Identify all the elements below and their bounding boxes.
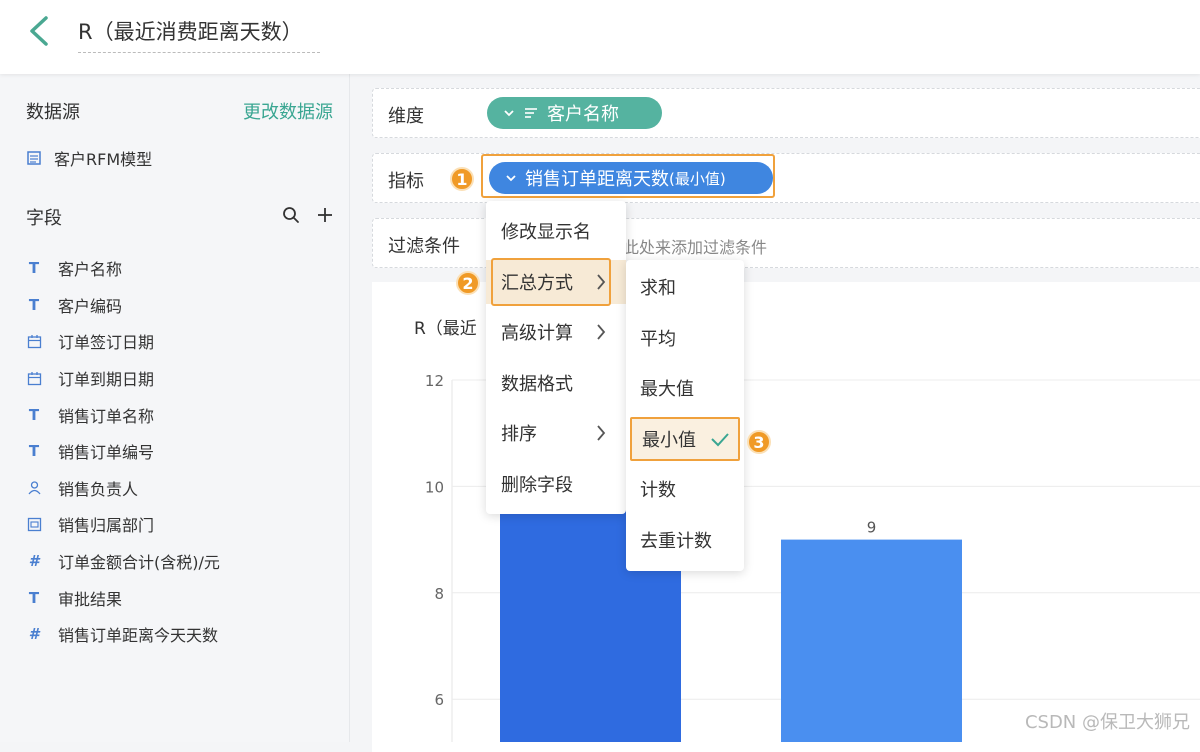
sidebar: 数据源 更改数据源 客户RFM模型 字段 T 客户名称 T 客户编码订单签订日期订单到… bbox=[0, 74, 350, 742]
submenu-item[interactable]: 去重计数 bbox=[626, 518, 744, 562]
menu-item-label: 数据格式 bbox=[501, 370, 573, 396]
top-bar: R（最近消费距离天数） bbox=[0, 0, 1200, 74]
menu-item[interactable]: 修改显示名 bbox=[486, 209, 626, 253]
dimension-pill[interactable]: 客户名称 bbox=[487, 97, 662, 129]
metric-highlight-box bbox=[481, 154, 775, 198]
chevron-right-icon bbox=[596, 323, 606, 341]
field-label: 客户名称 bbox=[58, 256, 122, 280]
check-icon bbox=[710, 431, 730, 447]
y-tick-label: 8 bbox=[434, 585, 444, 603]
bar-data-label: 9 bbox=[867, 519, 877, 537]
menu-item[interactable]: 删除字段 bbox=[486, 462, 626, 506]
y-tick-label: 10 bbox=[425, 478, 444, 496]
calendar-icon bbox=[26, 333, 42, 349]
main-panel: 维度 客户名称 指标 销售订单距离天数(最小值) 1 过滤条件 此处来添加过滤条… bbox=[350, 74, 1200, 742]
submenu-item-label: 最大值 bbox=[640, 375, 694, 401]
submenu-item-label: 计数 bbox=[640, 476, 676, 502]
dimension-value: 客户名称 bbox=[547, 100, 619, 126]
field-label: 销售订单编号 bbox=[58, 439, 154, 463]
datasource-name: 客户RFM模型 bbox=[54, 146, 152, 170]
user-icon bbox=[26, 480, 42, 496]
text-type-icon: T bbox=[26, 297, 42, 313]
step-badge-1: 1 bbox=[450, 167, 474, 191]
dimension-label: 维度 bbox=[388, 102, 424, 128]
chevron-down-icon bbox=[503, 108, 515, 118]
submenu-item[interactable]: 计数 bbox=[626, 467, 744, 511]
submenu-item-label: 去重计数 bbox=[640, 527, 712, 553]
filter-label: 过滤条件 bbox=[388, 232, 460, 258]
field-item[interactable]: 订单签订日期 bbox=[26, 323, 220, 360]
submenu-item-label: 最小值 bbox=[642, 426, 696, 452]
datasource-item[interactable]: 客户RFM模型 bbox=[26, 146, 152, 170]
text-type-icon: T bbox=[26, 260, 42, 276]
field-label: 销售负责人 bbox=[58, 476, 138, 500]
field-item[interactable]: 销售负责人 bbox=[26, 470, 220, 507]
field-list: T 客户名称 T 客户编码订单签订日期订单到期日期 T 销售订单名称 T 销售订单编号销售负责… bbox=[26, 250, 220, 653]
menu-item-label: 修改显示名 bbox=[501, 218, 591, 244]
number-type-icon: # bbox=[26, 553, 42, 569]
field-label: 订单到期日期 bbox=[58, 366, 154, 390]
step-badge-3: 3 bbox=[747, 430, 771, 454]
field-item[interactable]: # 订单金额合计(含税)/元 bbox=[26, 543, 220, 580]
field-label: 销售订单距离今天天数 bbox=[58, 622, 218, 646]
menu-item[interactable]: 排序 bbox=[486, 411, 626, 455]
text-type-icon: T bbox=[26, 407, 42, 423]
page-title[interactable]: R（最近消费距离天数） bbox=[78, 16, 320, 53]
department-icon bbox=[26, 516, 42, 532]
search-icon[interactable] bbox=[282, 206, 300, 224]
submenu-item[interactable]: 求和 bbox=[626, 265, 744, 309]
field-item[interactable]: # 销售订单距离今天天数 bbox=[26, 616, 220, 653]
field-label: 客户编码 bbox=[58, 293, 122, 317]
calendar-icon bbox=[26, 370, 42, 386]
submenu-item-label: 平均 bbox=[640, 325, 676, 351]
chevron-right-icon bbox=[596, 424, 606, 442]
field-item[interactable]: T 销售订单编号 bbox=[26, 433, 220, 470]
text-type-icon: T bbox=[26, 443, 42, 459]
y-tick-label: 6 bbox=[434, 691, 444, 709]
aggregate-highlight-box bbox=[491, 258, 611, 306]
field-item[interactable]: T 客户编码 bbox=[26, 287, 220, 324]
y-tick-label: 12 bbox=[425, 372, 444, 390]
datasource-title: 数据源 bbox=[26, 98, 80, 124]
field-label: 订单金额合计(含税)/元 bbox=[58, 549, 220, 573]
fields-title: 字段 bbox=[26, 204, 62, 230]
aggregate-submenu: 求和平均最大值最小值计数去重计数 bbox=[626, 260, 744, 571]
table-icon bbox=[26, 150, 42, 166]
field-item[interactable]: T 客户名称 bbox=[26, 250, 220, 287]
field-item[interactable]: T 销售订单名称 bbox=[26, 396, 220, 433]
field-item[interactable]: T 审批结果 bbox=[26, 579, 220, 616]
list-icon bbox=[523, 106, 539, 120]
watermark: CSDN @保卫大狮兄 bbox=[1025, 708, 1190, 734]
change-datasource-link[interactable]: 更改数据源 bbox=[243, 98, 333, 124]
number-type-icon: # bbox=[26, 626, 42, 642]
menu-item-label: 排序 bbox=[501, 420, 537, 446]
submenu-item[interactable]: 平均 bbox=[626, 316, 744, 360]
metric-label: 指标 bbox=[388, 167, 424, 193]
menu-item[interactable]: 高级计算 bbox=[486, 310, 626, 354]
field-label: 订单签订日期 bbox=[58, 329, 154, 353]
field-label: 审批结果 bbox=[58, 586, 122, 610]
field-item[interactable]: 订单到期日期 bbox=[26, 360, 220, 397]
menu-item-label: 高级计算 bbox=[501, 319, 573, 345]
submenu-item-label: 求和 bbox=[640, 274, 676, 300]
dimension-row: 维度 客户名称 bbox=[372, 88, 1200, 138]
filter-hint: 此处来添加过滤条件 bbox=[623, 234, 767, 258]
field-item[interactable]: 销售归属部门 bbox=[26, 506, 220, 543]
menu-item-label: 删除字段 bbox=[501, 471, 573, 497]
add-icon[interactable] bbox=[316, 206, 334, 224]
step-badge-2: 2 bbox=[456, 271, 480, 295]
text-type-icon: T bbox=[26, 590, 42, 606]
submenu-item[interactable]: 最大值 bbox=[626, 366, 744, 410]
submenu-item-selected[interactable]: 最小值 bbox=[630, 417, 740, 461]
back-arrow-icon[interactable] bbox=[26, 14, 54, 48]
bar[interactable] bbox=[781, 540, 962, 742]
menu-item[interactable]: 数据格式 bbox=[486, 361, 626, 405]
field-label: 销售订单名称 bbox=[58, 403, 154, 427]
field-context-menu: 修改显示名汇总方式高级计算数据格式排序删除字段 bbox=[486, 201, 626, 514]
field-label: 销售归属部门 bbox=[58, 512, 154, 536]
